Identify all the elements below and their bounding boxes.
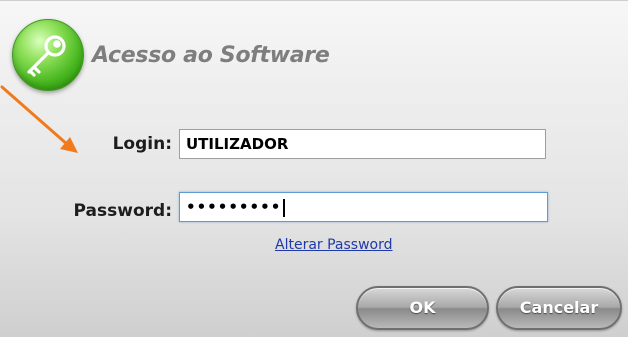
cancel-button[interactable]: Cancelar: [496, 286, 622, 330]
login-label: Login:: [112, 134, 172, 154]
dialog-title: Acesso ao Software: [92, 43, 330, 68]
ok-button[interactable]: OK: [356, 286, 489, 330]
text-caret: [283, 198, 286, 217]
password-label: Password:: [73, 201, 172, 221]
login-dialog: Acesso ao Software Login: UTILIZADOR Pas…: [0, 0, 628, 337]
login-field[interactable]: UTILIZADOR: [179, 129, 546, 159]
password-field[interactable]: •••••••••: [179, 192, 548, 222]
password-mask: •••••••••: [186, 198, 282, 216]
change-password-link[interactable]: Alterar Password: [275, 237, 393, 253]
